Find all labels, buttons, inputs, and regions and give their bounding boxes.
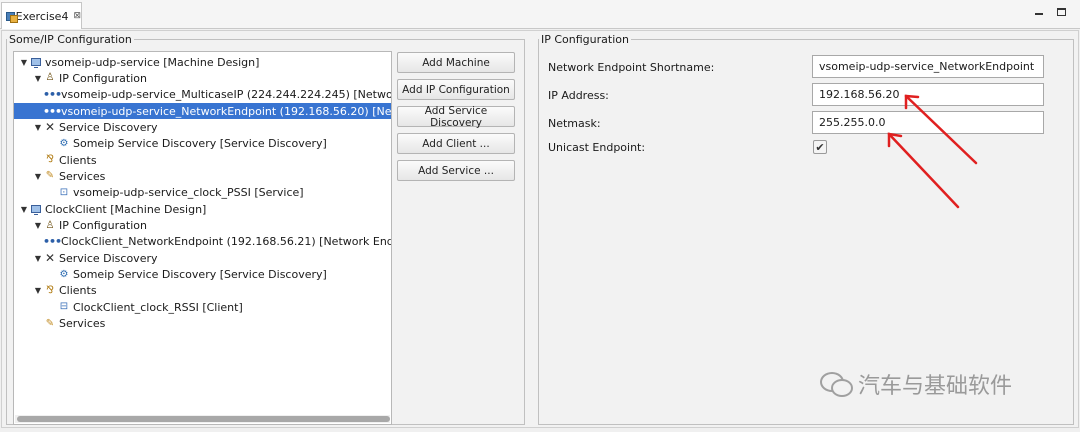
tree-item[interactable]: ⊡ vsomeip-udp-service_clock_PSSI [Service…: [14, 185, 391, 201]
expand-arrow-icon[interactable]: ▼: [18, 205, 30, 214]
watermark: 汽车与基础软件: [818, 368, 1012, 400]
editor-tab-bar: Exercise4 ⊠: [0, 0, 1080, 29]
window-controls: [1035, 7, 1066, 16]
tree-item[interactable]: ⊟ ClockClient_clock_RSSI [Client]: [14, 299, 391, 315]
shortname-input[interactable]: [812, 55, 1044, 78]
wechat-icon: [818, 370, 853, 398]
service-icon: ⊡: [59, 186, 69, 198]
someip-configuration-title: Some/IP Configuration: [9, 33, 132, 46]
expand-arrow-icon[interactable]: ▼: [32, 74, 44, 83]
add-service-button[interactable]: Add Service ...: [397, 160, 515, 181]
network-endpoint-icon: •••: [42, 235, 62, 249]
tree-item[interactable]: ⅋ Clients: [14, 152, 391, 168]
shortname-label: Network Endpoint Shortname:: [548, 61, 715, 74]
tree-item[interactable]: ▼ ♙ IP Configuration: [14, 70, 391, 86]
services-icon: ✎: [45, 317, 55, 329]
tree-item[interactable]: ••• vsomeip-udp-service_MulticaseIP (224.…: [14, 87, 391, 103]
tree-item[interactable]: ▼ ClockClient [Machine Design]: [14, 201, 391, 217]
tree-item-label: ClockClient [Machine Design]: [45, 202, 207, 216]
tree-item-label: Services: [59, 169, 106, 183]
tree-item-label: Clients: [59, 284, 97, 298]
service-discovery-icon: ✕: [44, 120, 56, 135]
tree-item-label: IP Configuration: [59, 219, 147, 232]
add-client-button[interactable]: Add Client ...: [397, 133, 515, 154]
tree-item-label: Clients: [59, 153, 97, 167]
expand-arrow-icon[interactable]: ▼: [32, 221, 44, 230]
expand-arrow-icon[interactable]: ▼: [18, 58, 30, 67]
add-ip-configuration-button[interactable]: Add IP Configuration: [397, 79, 515, 100]
expand-arrow-icon[interactable]: ▼: [32, 172, 44, 181]
tree-item-label: Service Discovery: [59, 120, 158, 134]
add-service-discovery-button[interactable]: Add Service Discovery: [397, 105, 515, 129]
expand-arrow-icon[interactable]: ▼: [32, 254, 44, 263]
tree-item[interactable]: ⚙ Someip Service Discovery [Service Disco…: [14, 267, 391, 283]
watermark-text: 汽车与基础软件: [858, 374, 1013, 399]
tree-item-label: Service Discovery: [59, 251, 158, 265]
tree-item-label: vsomeip-udp-service_MulticaseIP (224.244…: [61, 88, 391, 102]
tree-item-label: IP Configuration: [59, 71, 147, 85]
service-discovery-item-icon: ⚙: [59, 268, 69, 280]
tree-item-label: vsomeip-udp-service_clock_PSSI [Service]: [73, 186, 304, 200]
tree-item-label: Someip Service Discovery [Service Discov…: [73, 137, 327, 151]
configuration-tree[interactable]: ▼ vsomeip-udp-service [Machine Design] ▼ ♙ I…: [13, 51, 392, 425]
tab-title: Exercise4: [15, 9, 69, 23]
expand-arrow-icon[interactable]: ▼: [32, 286, 44, 295]
network-endpoint-icon: •••: [42, 88, 62, 102]
tree-item[interactable]: ⚙ Someip Service Discovery [Service Disco…: [14, 136, 391, 152]
network-endpoint-icon: •••: [42, 104, 62, 118]
tree-item[interactable]: ▼ ✎ Services: [14, 168, 391, 184]
clients-icon: ⅋: [46, 154, 54, 166]
tree-item[interactable]: ••• vsomeip-udp-service_NetworkEndpoint (…: [14, 103, 391, 120]
tree-item-label: Services: [59, 317, 106, 331]
netmask-input[interactable]: [812, 111, 1044, 134]
machine-icon: [30, 203, 42, 216]
ip-configuration-icon: ♙: [45, 219, 55, 231]
checkmark-icon: ✔: [815, 140, 825, 154]
tree-item-label: Someip Service Discovery [Service Discov…: [73, 268, 327, 282]
tree-item[interactable]: ▼ ⅋ Clients: [14, 283, 391, 299]
machine-icon: [30, 56, 42, 68]
clients-icon: ⅋: [46, 284, 54, 296]
tree-item-label: vsomeip-udp-service_NetworkEndpoint (192…: [61, 104, 391, 118]
services-icon: ✎: [45, 170, 55, 182]
tree-item[interactable]: ▼ ✕ Service Discovery: [14, 119, 391, 135]
service-discovery-item-icon: ⚙: [59, 137, 69, 149]
tree-item[interactable]: ▼ vsomeip-udp-service [Machine Design]: [14, 54, 391, 70]
tree-item-label: ClockClient_NetworkEndpoint (192.168.56.…: [61, 235, 391, 249]
add-machine-button[interactable]: Add Machine: [397, 52, 515, 73]
expand-arrow-icon[interactable]: ▼: [32, 123, 44, 132]
ip-address-input[interactable]: [812, 83, 1044, 106]
ip-address-label: IP Address:: [548, 89, 609, 102]
tree-item-label: ClockClient_clock_RSSI [Client]: [73, 300, 243, 314]
unicast-endpoint-label: Unicast Endpoint:: [548, 141, 646, 154]
service-discovery-icon: ✕: [44, 251, 56, 266]
minimize-icon[interactable]: [1035, 13, 1043, 15]
close-tab-icon[interactable]: ⊠: [73, 11, 81, 21]
tree-item-label: vsomeip-udp-service [Machine Design]: [45, 55, 260, 69]
unicast-endpoint-checkbox[interactable]: ✔: [813, 140, 827, 154]
maximize-icon[interactable]: [1057, 8, 1066, 16]
tree-item[interactable]: ▼ ♙ IP Configuration: [14, 218, 391, 234]
client-icon: ⊟: [59, 301, 69, 313]
scrollbar-thumb[interactable]: [17, 416, 390, 422]
netmask-label: Netmask:: [548, 117, 601, 130]
editor-file-icon: [6, 11, 18, 23]
ip-configuration-icon: ♙: [45, 72, 55, 84]
tree-item[interactable]: ••• ClockClient_NetworkEndpoint (192.168.…: [14, 234, 391, 250]
ip-configuration-title: IP Configuration: [541, 33, 629, 46]
horizontal-scrollbar[interactable]: [15, 415, 390, 423]
tree-item[interactable]: ▼ ✕ Service Discovery: [14, 250, 391, 266]
tree-item[interactable]: ✎ Services: [14, 316, 391, 332]
tab-exercise4[interactable]: Exercise4 ⊠: [1, 2, 82, 29]
